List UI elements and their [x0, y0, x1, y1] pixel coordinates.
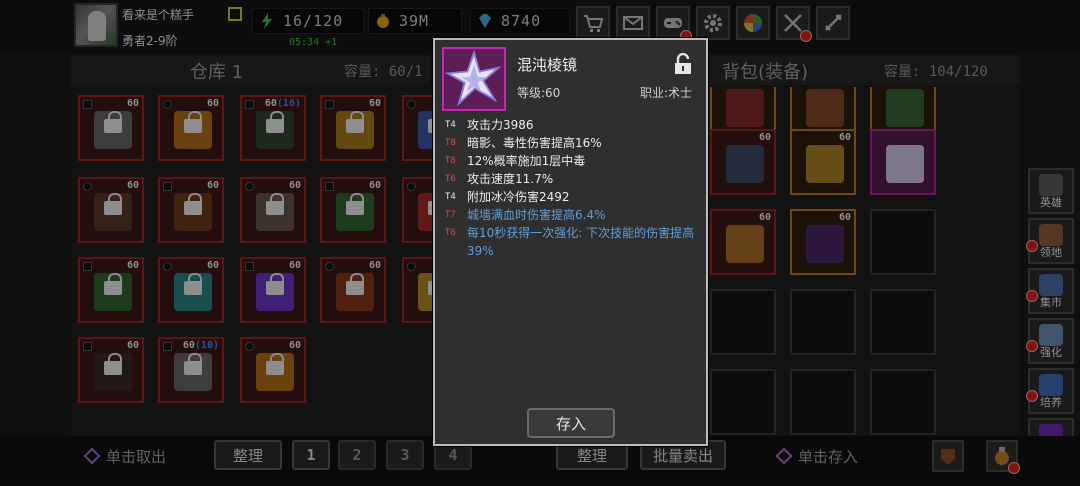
affix-text: 附加冰冷伤害2492 [467, 190, 570, 204]
affix-text: 城墙满血时伤害提高6.4% [467, 208, 606, 222]
affix-text: 12%概率施加1层中毒 [467, 154, 586, 168]
affix-text: 攻击速度11.7% [467, 172, 554, 186]
affix-line: T8 12%概率施加1层中毒 [443, 152, 701, 170]
affix-text: 暗影、毒性伤害提高16% [467, 136, 602, 150]
item-tooltip: 混沌棱镜 等级:60 职业:术士 T4 攻击力3986 T8 暗影、毒性伤害提高16%… [433, 38, 708, 446]
item-class: 职业:术士 [639, 86, 692, 100]
affix-text: 攻击力3986 [467, 118, 534, 132]
affix-line: T4 附加冰冷伤害2492 [443, 188, 701, 206]
item-thumbnail [442, 47, 506, 111]
affix-tier: T6 [445, 228, 456, 238]
affix-line: T6 攻击速度11.7% [443, 170, 701, 188]
store-button[interactable]: 存入 [527, 408, 615, 438]
affix-line: T7 城墙满血时伤害提高6.4% [443, 206, 701, 224]
item-level: 等级:60 [517, 86, 561, 100]
crystal-star-icon [444, 49, 502, 107]
affix-line: T8 暗影、毒性伤害提高16% [443, 134, 701, 152]
affix-tier: T7 [445, 210, 456, 220]
affix-text: 每10秒获得一次强化: 下次技能的伤害提高39% [467, 226, 695, 258]
unlock-icon[interactable] [674, 53, 692, 75]
affix-tier: T4 [445, 120, 456, 130]
affix-list: T4 攻击力3986 T8 暗影、毒性伤害提高16% T8 12%概率施加1层中毒 T6 攻击… [443, 116, 701, 260]
affix-tier: T8 [445, 156, 456, 166]
affix-tier: T4 [445, 192, 456, 202]
affix-tier: T8 [445, 138, 456, 148]
item-name: 混沌棱镜 [517, 56, 578, 74]
affix-tier: T6 [445, 174, 456, 184]
affix-line: T4 攻击力3986 [443, 116, 701, 134]
affix-line: T6 每10秒获得一次强化: 下次技能的伤害提高39% [443, 224, 701, 260]
